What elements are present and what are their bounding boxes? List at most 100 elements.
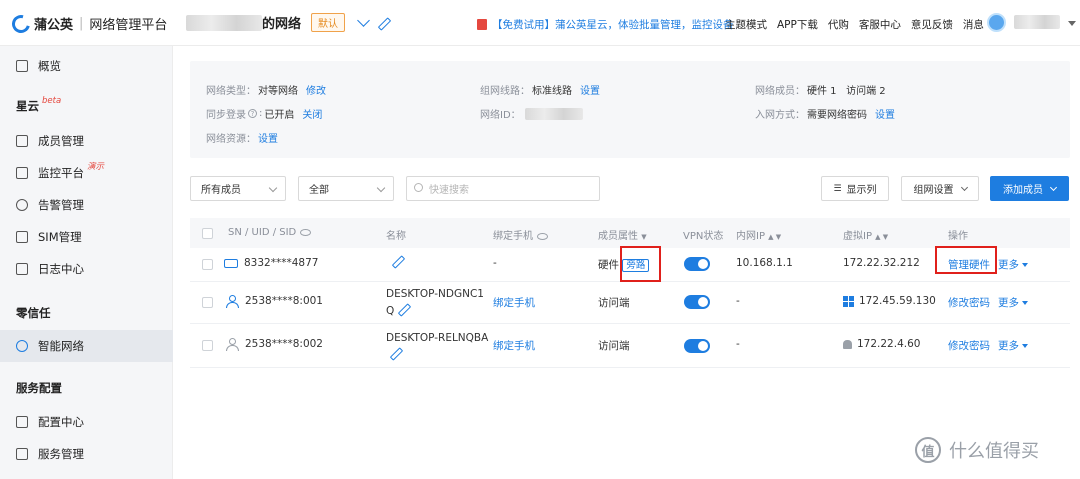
join-setting-link[interactable]: 设置	[875, 106, 895, 121]
sidebar-item-smart-network[interactable]: 智能网络	[0, 330, 173, 362]
change-password-link[interactable]: 修改密码	[948, 295, 990, 310]
vpn-toggle[interactable]	[684, 295, 710, 309]
highlight-box-bypass	[620, 246, 661, 282]
th-virtual-ip[interactable]: 虚拟IP ▲ ▼	[843, 227, 888, 242]
user-menu-caret-icon[interactable]	[1068, 21, 1076, 26]
logo[interactable]: 蒲公英 | 网络管理平台	[8, 11, 168, 36]
route-setting-link[interactable]: 设置	[580, 82, 600, 97]
network-name: 的网络	[262, 17, 302, 32]
document-icon	[16, 263, 28, 275]
cell-name-line2: Q	[386, 304, 408, 317]
sidebar-item-monitor-platform[interactable]: 监控平台 演示	[0, 157, 173, 189]
sidebar-item-label: 配置中心	[38, 415, 84, 429]
cell-lan-ip: -	[736, 338, 740, 350]
th-member-attr[interactable]: 成员属性 ▼	[598, 227, 647, 242]
android-icon	[843, 339, 852, 349]
th-operations: 操作	[948, 231, 968, 242]
sidebar-item-label: 日志中心	[38, 262, 84, 276]
more-dropdown[interactable]: 更多	[998, 257, 1028, 272]
row-checkbox[interactable]	[202, 340, 213, 351]
highlight-box-manage-hardware	[935, 246, 997, 274]
cell-lan-ip: 10.168.1.1	[736, 257, 793, 269]
user-icon	[226, 295, 239, 308]
nav-feedback[interactable]: 意见反馈	[911, 17, 953, 32]
filter-caret-icon: ▼	[641, 233, 647, 241]
label: 网络ID：	[480, 110, 521, 121]
row-checkbox[interactable]	[202, 297, 213, 308]
label: 入网方式：	[755, 110, 805, 121]
avatar[interactable]	[987, 13, 1006, 32]
edit-name-pencil-icon[interactable]	[398, 304, 408, 314]
label: 网络资源：	[206, 134, 256, 145]
name-text: Q	[386, 305, 395, 317]
edit-name-pencil-icon[interactable]	[390, 348, 400, 358]
edit-network-pencil-icon[interactable]	[378, 18, 388, 28]
sidebar: 概览 星云 beta 成员管理 监控平台 演示 告警管理 SIM管理 日志中心 零信…	[0, 46, 173, 479]
nav-service-center[interactable]: 客服中心	[859, 17, 901, 32]
cell-virtual-ip: 172.45.59.130	[843, 295, 936, 307]
modify-network-type-link[interactable]: 修改	[306, 82, 326, 97]
network-switch-chevron-icon[interactable]	[357, 14, 370, 27]
button-label: 显示列	[846, 185, 877, 196]
value: 已开启	[264, 110, 295, 121]
sidebar-item-member-management[interactable]: 成员管理	[0, 125, 173, 157]
info-network-type: 网络类型： 对等网络 修改	[206, 82, 326, 97]
cell-name-edit	[390, 348, 400, 361]
member-filter-select[interactable]: 所有成员	[190, 176, 286, 201]
more-dropdown[interactable]: 更多	[998, 295, 1028, 310]
eye-icon[interactable]	[300, 228, 312, 236]
show-columns-button[interactable]: ☰ 显示列	[821, 176, 889, 201]
cell-virtual-ip: 172.22.4.60	[843, 338, 920, 350]
edit-name-pencil-icon[interactable]	[392, 256, 402, 266]
cell-name: DESKTOP-NDGNC1	[386, 288, 484, 300]
sort-icon: ▲ ▼	[768, 233, 782, 241]
search-input[interactable]: 快速搜索	[406, 176, 600, 201]
value: 硬件 1 访问端 2	[807, 86, 886, 97]
network-settings-button[interactable]: 组网设置	[901, 176, 979, 201]
value: 对等网络	[258, 86, 298, 97]
chevron-down-icon	[960, 183, 968, 191]
sidebar-item-config-center[interactable]: 配置中心	[0, 406, 173, 438]
info-members: 网络成员： 硬件 1 访问端 2	[755, 82, 886, 97]
close-sync-login-link[interactable]: 关闭	[302, 106, 322, 121]
vpn-toggle[interactable]	[684, 339, 710, 353]
th-label: 内网IP	[736, 231, 765, 242]
th-lan-ip[interactable]: 内网IP ▲ ▼	[736, 227, 781, 242]
promo-link[interactable]: 【免费试用】蒲公英星云，体验批量管理，监控设备	[477, 17, 734, 32]
redacted-username[interactable]	[1014, 15, 1060, 29]
search-icon	[414, 183, 423, 192]
bind-phone-link[interactable]: 绑定手机	[493, 295, 535, 310]
more-dropdown[interactable]: 更多	[998, 338, 1028, 353]
nav-messages[interactable]: 消息	[963, 17, 984, 32]
platform-name: 网络管理平台	[89, 18, 168, 33]
sidebar-section-xingyun: 星云 beta	[16, 96, 61, 114]
sidebar-item-log-center[interactable]: 日志中心	[0, 253, 173, 285]
select-all-checkbox[interactable]	[202, 228, 213, 239]
nav-app-download[interactable]: APP下载	[777, 17, 818, 32]
cell-sn: 2538****8:001	[226, 295, 323, 308]
resource-setting-link[interactable]: 设置	[258, 130, 278, 145]
th-label: SN / UID / SID	[228, 227, 297, 238]
sidebar-item-overview[interactable]: 概览	[0, 50, 173, 82]
gift-icon	[477, 19, 487, 30]
add-member-button[interactable]: 添加成员	[990, 176, 1069, 201]
sidebar-item-alarm[interactable]: 告警管理	[0, 189, 173, 221]
bind-phone-link[interactable]: 绑定手机	[493, 338, 535, 353]
nav-theme[interactable]: 主题模式	[725, 17, 767, 32]
logo-icon	[8, 11, 34, 36]
status-filter-select[interactable]: 全部	[298, 176, 394, 201]
change-password-link[interactable]: 修改密码	[948, 338, 990, 353]
sidebar-item-sim[interactable]: SIM管理	[0, 221, 173, 253]
help-icon[interactable]: ?	[248, 109, 257, 118]
eye-icon[interactable]	[537, 232, 548, 240]
select-value: 全部	[309, 185, 329, 196]
sidebar-section-zero-trust: 零信任	[16, 306, 51, 320]
row-checkbox[interactable]	[202, 259, 213, 270]
info-route: 组网线路： 标准线路 设置	[480, 82, 600, 97]
nav-purchase[interactable]: 代购	[828, 17, 849, 32]
sidebar-item-service-management[interactable]: 服务管理	[0, 438, 173, 470]
vpn-toggle[interactable]	[684, 257, 710, 271]
cell-sn: 8332****4877	[224, 257, 318, 269]
network-title: 的网络 默认	[186, 13, 388, 32]
redacted-network-name	[186, 14, 262, 31]
